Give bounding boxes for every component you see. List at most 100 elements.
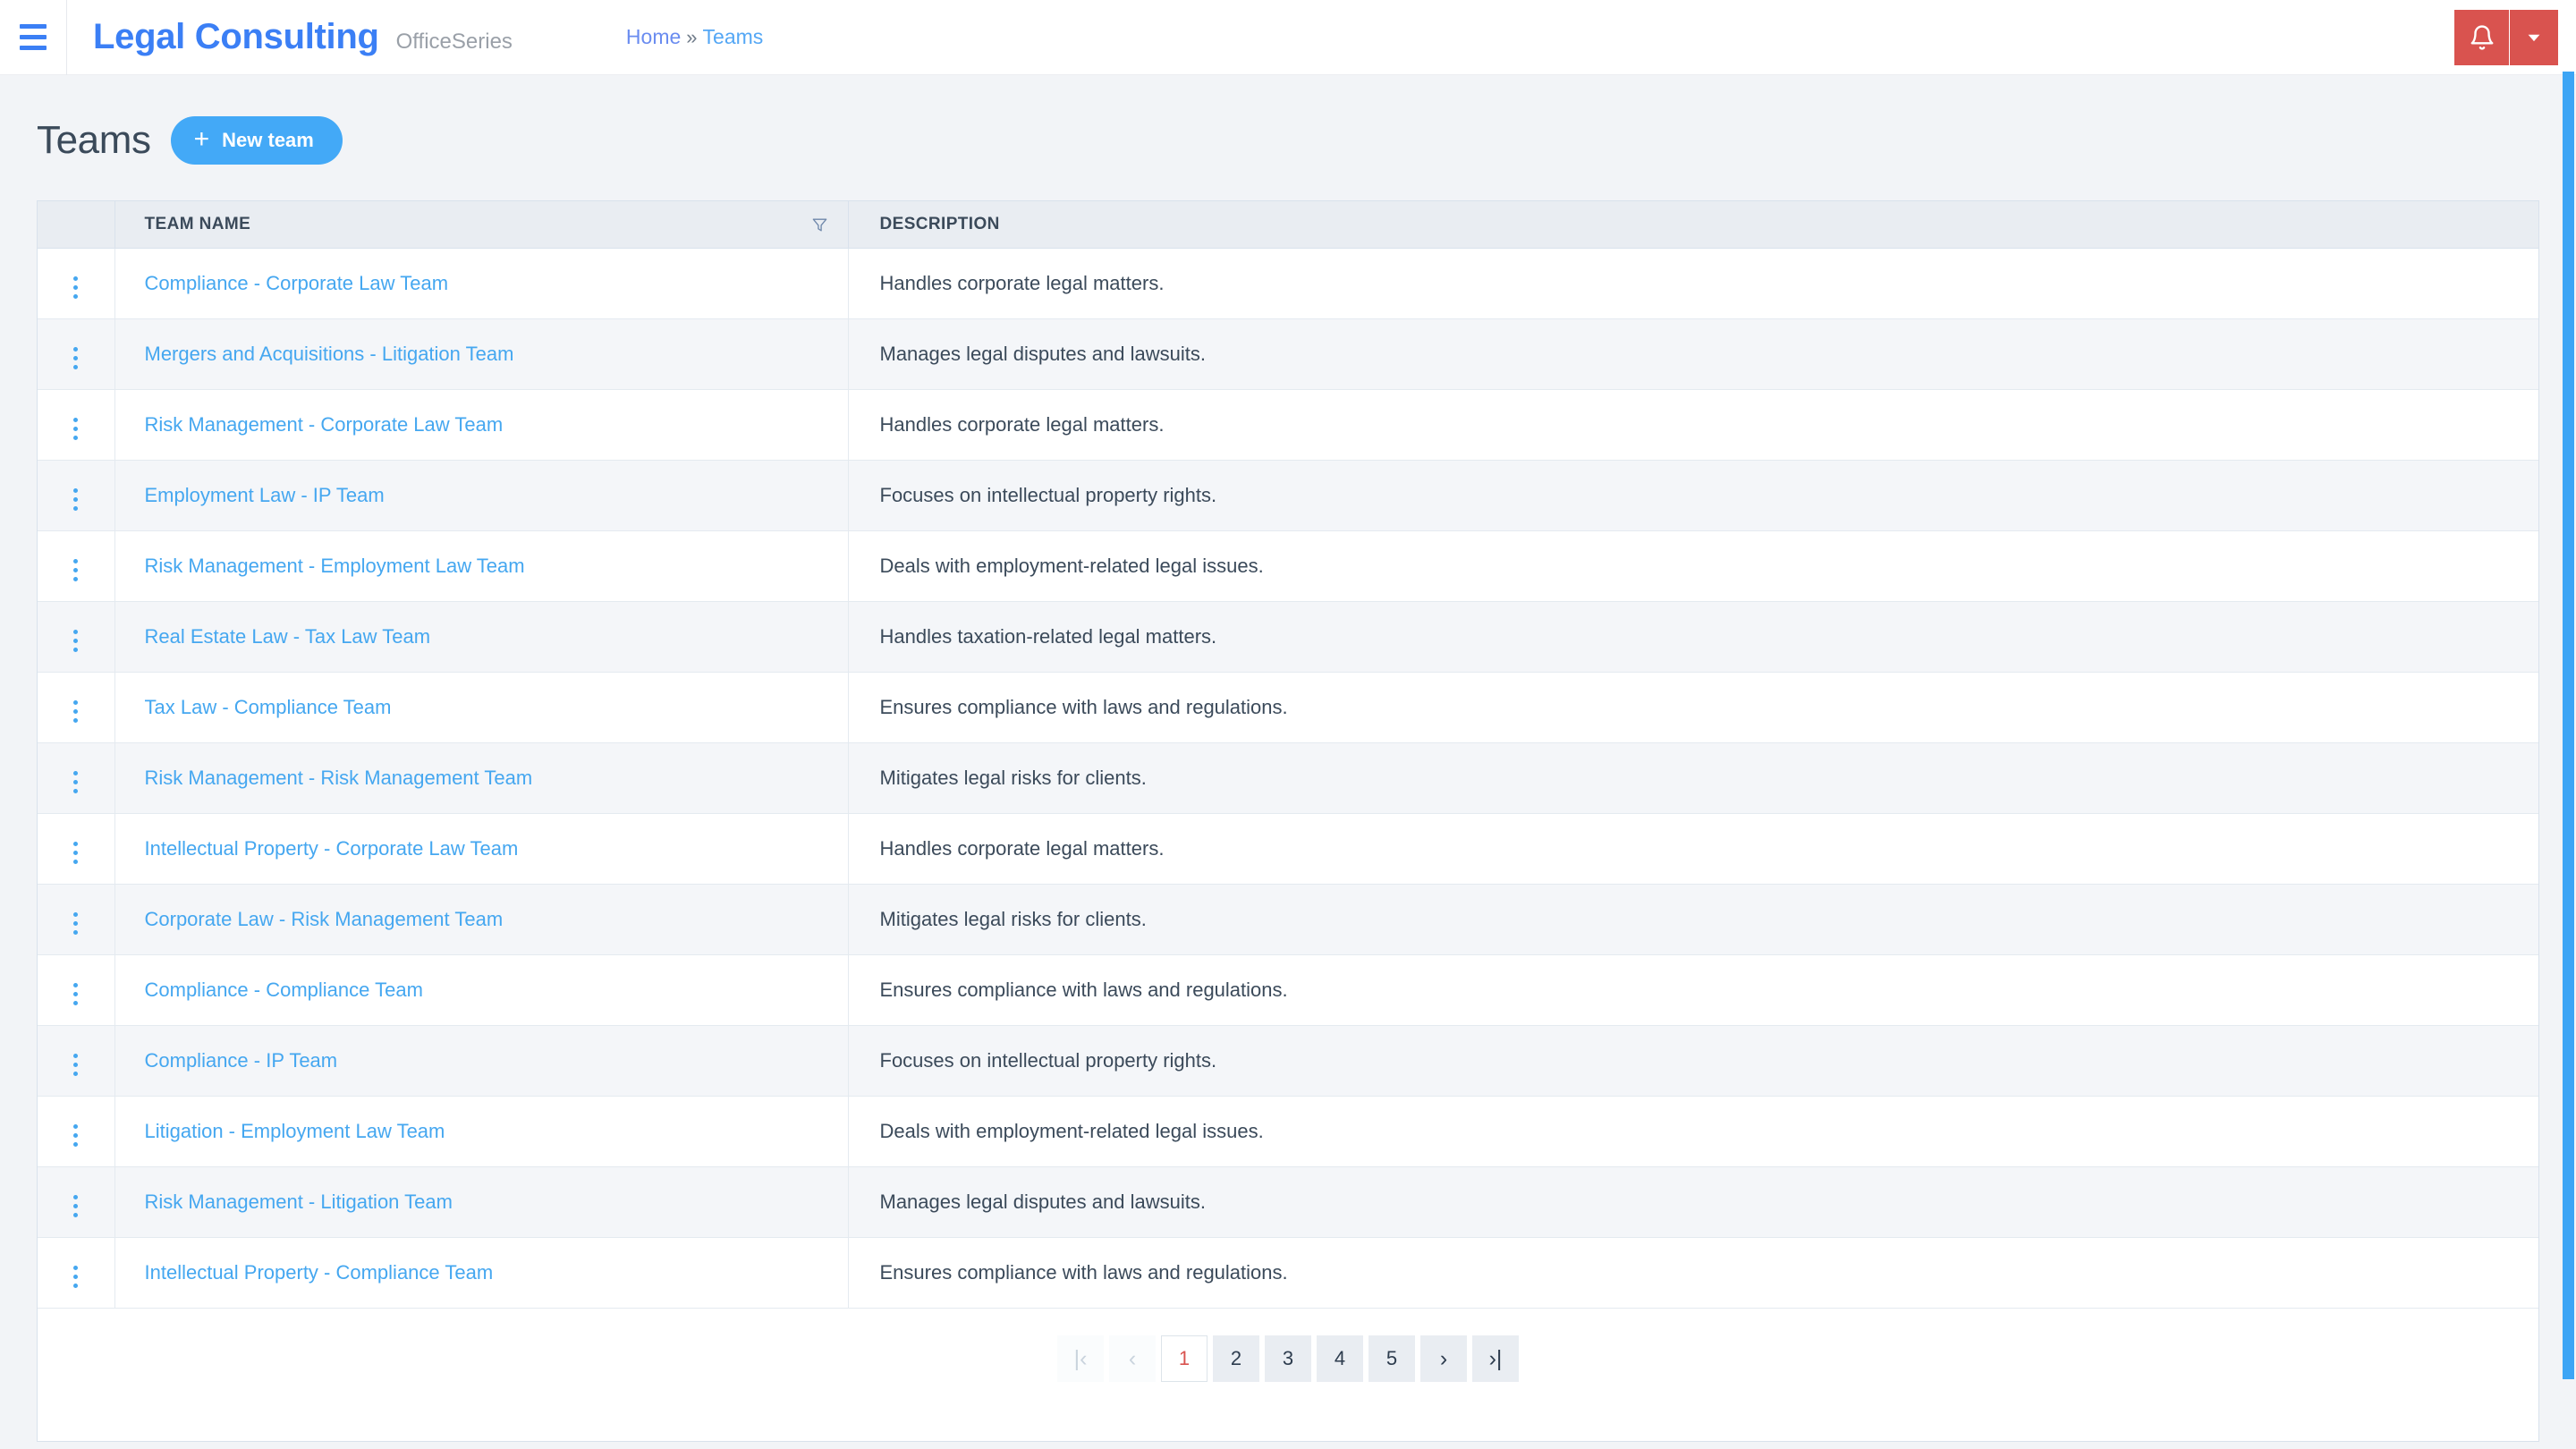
- header-team-name[interactable]: TEAM NAME: [114, 200, 849, 249]
- pagination-page-2[interactable]: 2: [1213, 1335, 1259, 1382]
- row-team-name-cell: Risk Management - Employment Law Team: [114, 530, 849, 602]
- header-description[interactable]: DESCRIPTION: [848, 200, 2538, 249]
- team-name-link[interactable]: Intellectual Property - Compliance Team: [145, 1261, 494, 1284]
- hamburger-bar: [20, 35, 47, 39]
- hamburger-bar: [20, 46, 47, 50]
- table-row: Risk Management - Employment Law Team Dea…: [38, 530, 2538, 602]
- team-name-link[interactable]: Risk Management - Risk Management Team: [145, 767, 533, 789]
- row-description-cell: Handles corporate legal matters.: [848, 813, 2538, 885]
- page-content: Teams + New team TEAM NAME DESCRIPTION C…: [0, 75, 2576, 1449]
- team-name-link[interactable]: Compliance - Compliance Team: [145, 979, 423, 1001]
- row-team-name-cell: Intellectual Property - Corporate Law Te…: [114, 813, 849, 885]
- row-menu-cell: [38, 530, 115, 602]
- table-row: Tax Law - Compliance Team Ensures complia…: [38, 672, 2538, 743]
- table-row: Real Estate Law - Tax Law Team Handles ta…: [38, 601, 2538, 673]
- vertical-dots-icon[interactable]: [64, 1048, 87, 1081]
- breadcrumb-current[interactable]: Teams: [703, 25, 764, 49]
- pagination-page-1[interactable]: 1: [1161, 1335, 1208, 1382]
- row-menu-cell: [38, 248, 115, 319]
- pagination-page-4[interactable]: 4: [1317, 1335, 1363, 1382]
- team-name-link[interactable]: Real Estate Law - Tax Law Team: [145, 625, 431, 648]
- breadcrumb: Home » Teams: [626, 25, 763, 49]
- pagination-last-button[interactable]: ›|: [1472, 1335, 1519, 1382]
- row-description-cell: Deals with employment-related legal issu…: [848, 530, 2538, 602]
- row-team-name-cell: Real Estate Law - Tax Law Team: [114, 601, 849, 673]
- team-name-link[interactable]: Litigation - Employment Law Team: [145, 1120, 445, 1142]
- vertical-dots-icon[interactable]: [64, 695, 87, 728]
- vertical-dots-icon[interactable]: [64, 907, 87, 940]
- row-description-cell: Mitigates legal risks for clients.: [848, 884, 2538, 955]
- top-navbar: Legal Consulting OfficeSeries Home » Tea…: [0, 0, 2576, 75]
- vertical-dots-icon[interactable]: [64, 342, 87, 375]
- table-row: Mergers and Acquisitions - Litigation Te…: [38, 318, 2538, 390]
- row-description-cell: Mitigates legal risks for clients.: [848, 742, 2538, 814]
- row-menu-cell: [38, 954, 115, 1026]
- table-row: Corporate Law - Risk Management Team Miti…: [38, 884, 2538, 955]
- team-name-link[interactable]: Mergers and Acquisitions - Litigation Te…: [145, 343, 514, 365]
- row-team-name-cell: Mergers and Acquisitions - Litigation Te…: [114, 318, 849, 390]
- row-description-cell: Ensures compliance with laws and regulat…: [848, 672, 2538, 743]
- filter-funnel-icon[interactable]: [811, 216, 828, 233]
- header-menu-column: [38, 200, 115, 249]
- row-description-cell: Focuses on intellectual property rights.: [848, 460, 2538, 531]
- notification-bell-button[interactable]: [2454, 10, 2510, 65]
- team-name-link[interactable]: Intellectual Property - Corporate Law Te…: [145, 837, 519, 860]
- team-name-link[interactable]: Risk Management - Corporate Law Team: [145, 413, 504, 436]
- pagination-prev-button[interactable]: ‹: [1109, 1335, 1156, 1382]
- team-name-link[interactable]: Tax Law - Compliance Team: [145, 696, 392, 718]
- pagination-first-button[interactable]: |‹: [1057, 1335, 1104, 1382]
- table-row: Risk Management - Risk Management Team Mi…: [38, 742, 2538, 814]
- row-team-name-cell: Risk Management - Corporate Law Team: [114, 389, 849, 461]
- row-team-name-cell: Corporate Law - Risk Management Team: [114, 884, 849, 955]
- team-name-link[interactable]: Employment Law - IP Team: [145, 484, 385, 506]
- vertical-scrollbar-thumb[interactable]: [2563, 72, 2574, 1379]
- table-row: Compliance - Corporate Law Team Handles c…: [38, 248, 2538, 319]
- team-name-link[interactable]: Corporate Law - Risk Management Team: [145, 908, 504, 930]
- pagination-next-button[interactable]: ›: [1420, 1335, 1467, 1382]
- breadcrumb-home[interactable]: Home: [626, 25, 681, 49]
- vertical-dots-icon[interactable]: [64, 836, 87, 869]
- table-head: TEAM NAME DESCRIPTION: [38, 200, 2538, 249]
- vertical-dots-icon[interactable]: [64, 624, 87, 657]
- team-name-link[interactable]: Risk Management - Litigation Team: [145, 1191, 453, 1213]
- row-description-cell: Handles corporate legal matters.: [848, 389, 2538, 461]
- table-header-row: TEAM NAME DESCRIPTION: [38, 200, 2538, 249]
- new-team-button[interactable]: + New team: [170, 116, 343, 165]
- table-row: Compliance - IP Team Focuses on intellect…: [38, 1025, 2538, 1097]
- vertical-dots-icon[interactable]: [64, 1119, 87, 1152]
- vertical-dots-icon[interactable]: [64, 271, 87, 304]
- team-name-link[interactable]: Compliance - Corporate Law Team: [145, 272, 449, 294]
- vertical-dots-icon[interactable]: [64, 483, 87, 516]
- team-name-link[interactable]: Risk Management - Employment Law Team: [145, 555, 525, 577]
- breadcrumb-separator: »: [686, 26, 698, 48]
- pagination-page-3[interactable]: 3: [1265, 1335, 1311, 1382]
- navbar-actions: [2454, 10, 2558, 65]
- row-team-name-cell: Employment Law - IP Team: [114, 460, 849, 531]
- teams-table: TEAM NAME DESCRIPTION Compliance - Corpo…: [38, 200, 2538, 1309]
- team-name-link[interactable]: Compliance - IP Team: [145, 1049, 338, 1072]
- brand-subtitle: OfficeSeries: [395, 30, 513, 54]
- brand-title[interactable]: Legal Consulting: [93, 17, 379, 57]
- pagination-page-5[interactable]: 5: [1368, 1335, 1415, 1382]
- page-title: Teams: [37, 118, 151, 162]
- row-menu-cell: [38, 1237, 115, 1309]
- pagination-pages: 12345: [1161, 1335, 1415, 1382]
- row-team-name-cell: Litigation - Employment Law Team: [114, 1096, 849, 1167]
- table-row: Compliance - Compliance Team Ensures comp…: [38, 954, 2538, 1026]
- card-bottom-spacer: [38, 1418, 2538, 1441]
- table-row: Litigation - Employment Law Team Deals wi…: [38, 1096, 2538, 1167]
- pagination: |‹ ‹ 12345 › ›|: [38, 1309, 2538, 1418]
- row-description-cell: Manages legal disputes and lawsuits.: [848, 1166, 2538, 1238]
- vertical-dots-icon[interactable]: [64, 1260, 87, 1293]
- row-menu-cell: [38, 1025, 115, 1097]
- new-team-button-label: New team: [222, 129, 314, 151]
- vertical-dots-icon[interactable]: [64, 554, 87, 587]
- vertical-dots-icon[interactable]: [64, 766, 87, 799]
- row-team-name-cell: Compliance - Compliance Team: [114, 954, 849, 1026]
- notification-dropdown-button[interactable]: [2510, 10, 2558, 65]
- hamburger-menu-icon[interactable]: [0, 0, 66, 75]
- row-team-name-cell: Risk Management - Litigation Team: [114, 1166, 849, 1238]
- vertical-dots-icon[interactable]: [64, 978, 87, 1011]
- vertical-dots-icon[interactable]: [64, 1190, 87, 1223]
- vertical-dots-icon[interactable]: [64, 412, 87, 445]
